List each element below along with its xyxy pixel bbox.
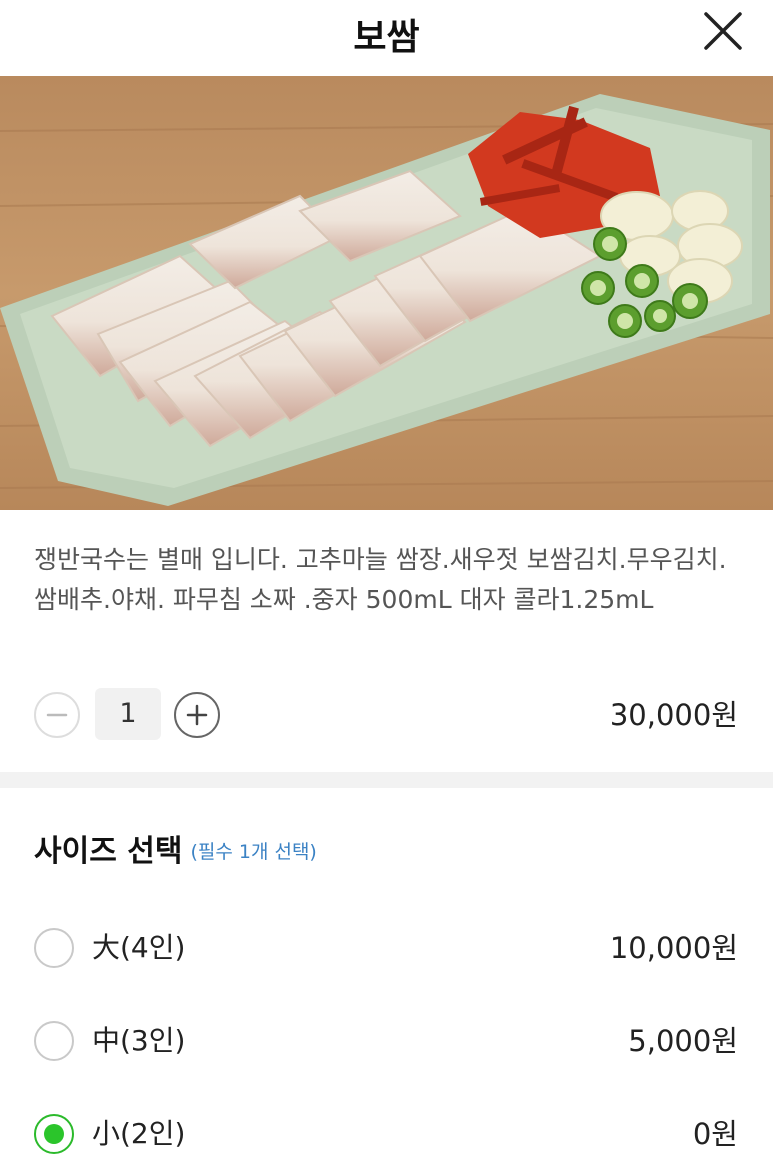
increase-quantity-button[interactable]: [174, 692, 220, 738]
size-option-label: 中(3인): [92, 1024, 186, 1057]
size-option-price: 5,000원: [628, 1024, 738, 1058]
size-section-heading: 사이즈 선택: [34, 834, 183, 869]
radio-button[interactable]: [34, 928, 74, 968]
size-option-label: 小(2인): [92, 1117, 186, 1150]
minus-icon: [46, 713, 68, 717]
section-divider: [0, 772, 773, 788]
radio-button[interactable]: [34, 1021, 74, 1061]
radio-button-selected[interactable]: [34, 1114, 74, 1154]
page-title: 보쌈: [353, 17, 420, 58]
quantity-stepper: 1 30,000원: [0, 688, 773, 744]
close-icon: [704, 12, 742, 50]
product-price: 30,000원: [609, 698, 738, 732]
size-option-price: 10,000원: [609, 931, 738, 965]
size-option-small[interactable]: 小(2인) 0원: [0, 1100, 773, 1170]
product-image: [0, 76, 773, 510]
size-option-medium[interactable]: 中(3인) 5,000원: [0, 1007, 773, 1077]
close-button[interactable]: [700, 8, 746, 54]
size-option-large[interactable]: 大(4인) 10,000원: [0, 914, 773, 984]
plus-icon: [186, 704, 208, 726]
header-bar: 보쌈: [0, 0, 773, 76]
size-option-label: 大(4인): [92, 931, 186, 964]
radio-selected-dot: [44, 1124, 64, 1144]
product-description: 쟁반국수는 별매 입니다. 고추마늘 쌈장.새우젓 보쌈김치.무우김치.쌈배추.…: [34, 545, 727, 614]
required-note: (필수 1개 선택): [190, 841, 317, 863]
size-section-title: 사이즈 선택 (필수 1개 선택): [34, 826, 317, 870]
decrease-quantity-button[interactable]: [34, 692, 80, 738]
quantity-value: 1: [95, 688, 161, 740]
size-option-price: 0원: [692, 1117, 738, 1151]
